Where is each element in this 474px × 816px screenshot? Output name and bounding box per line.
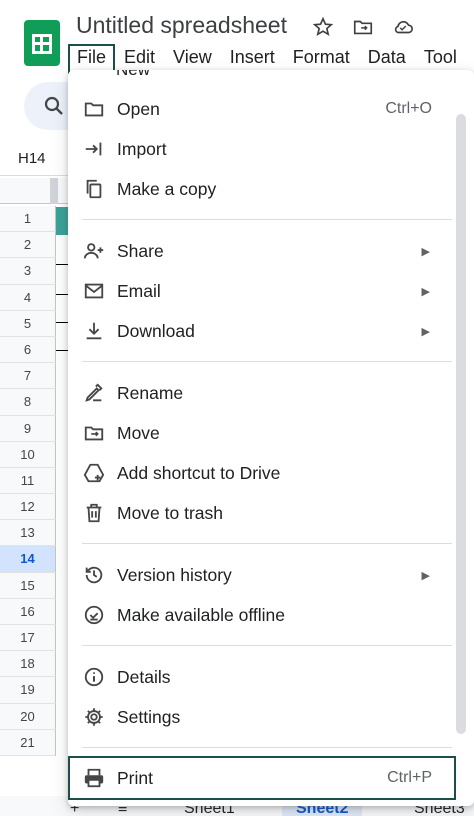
cloud-status-icon[interactable] bbox=[390, 14, 416, 40]
row-header[interactable]: 20 bbox=[0, 703, 56, 730]
row-header[interactable]: 7 bbox=[0, 363, 56, 390]
row-header[interactable]: 10 bbox=[0, 441, 56, 468]
menu-item-label: Email bbox=[117, 280, 161, 301]
email-icon bbox=[82, 279, 106, 303]
menu-item-label: Download bbox=[117, 320, 195, 341]
menu-item-label: Rename bbox=[117, 382, 184, 403]
offline-check-icon bbox=[82, 603, 106, 627]
menu-separator bbox=[82, 645, 452, 646]
row-header[interactable]: 19 bbox=[0, 677, 56, 704]
menu-item-label: Settings bbox=[117, 706, 181, 727]
menu-item-label: Move bbox=[117, 422, 160, 443]
submenu-arrow-icon: ▶ bbox=[421, 245, 430, 258]
gear-icon bbox=[82, 705, 106, 729]
row-header[interactable]: 13 bbox=[0, 520, 56, 547]
row-header[interactable]: 9 bbox=[0, 415, 56, 442]
menu-item-share[interactable]: Share ▶ bbox=[68, 233, 462, 269]
star-icon[interactable] bbox=[310, 14, 336, 40]
menu-item-label: Details bbox=[117, 666, 171, 687]
row-header[interactable]: 3 bbox=[0, 258, 56, 285]
menu-item-trash[interactable]: Move to trash bbox=[68, 495, 462, 531]
share-person-icon bbox=[82, 239, 106, 263]
sheets-logo[interactable] bbox=[24, 20, 60, 66]
history-icon bbox=[82, 563, 106, 587]
row-header[interactable]: 18 bbox=[0, 651, 56, 678]
row-headers: 1 2 3 4 5 6 7 8 9 10 11 12 13 14 15 16 1… bbox=[0, 206, 56, 756]
menu-item-move[interactable]: Move bbox=[68, 415, 462, 451]
menu-item-settings[interactable]: Settings bbox=[68, 699, 462, 735]
menu-item-version-history[interactable]: Version history ▶ bbox=[68, 557, 462, 593]
menu-item-shortcut: Ctrl+O bbox=[385, 100, 432, 117]
menu-item-email[interactable]: Email ▶ bbox=[68, 273, 462, 309]
menu-item-label: Add shortcut to Drive bbox=[117, 462, 281, 483]
row-header[interactable]: 16 bbox=[0, 598, 56, 625]
name-box-value: H14 bbox=[18, 150, 46, 167]
menu-separator bbox=[82, 747, 452, 748]
menu-item-label: Make available offline bbox=[117, 604, 285, 625]
row-header[interactable]: 11 bbox=[0, 467, 56, 495]
menu-item-shortcut: Ctrl+P bbox=[387, 769, 432, 786]
menu-separator bbox=[82, 543, 452, 544]
menu-separator bbox=[82, 361, 452, 362]
move-folder-icon bbox=[82, 421, 106, 445]
menu-item-label: Move to trash bbox=[117, 502, 224, 523]
row-header[interactable]: 2 bbox=[0, 232, 56, 259]
menu-item-label: Make a copy bbox=[117, 178, 217, 199]
row-header[interactable]: 6 bbox=[0, 336, 56, 364]
move-folder-icon[interactable] bbox=[350, 14, 376, 40]
menu-item-open[interactable]: Open Ctrl+O bbox=[68, 91, 462, 127]
drive-shortcut-icon bbox=[82, 461, 106, 485]
folder-icon bbox=[82, 97, 106, 121]
menu-item-label: Print bbox=[117, 767, 153, 788]
document-title[interactable]: Untitled spreadsheet bbox=[76, 12, 287, 39]
row-header[interactable]: 8 bbox=[0, 389, 56, 416]
row-header[interactable]: 5 bbox=[0, 310, 56, 337]
menu-item-label: Share bbox=[117, 240, 164, 261]
menu-item-make-copy[interactable]: Make a copy bbox=[68, 171, 462, 207]
row-header[interactable]: 1 bbox=[0, 206, 56, 233]
row-header[interactable]: 4 bbox=[0, 284, 56, 311]
menu-item-new-label[interactable]: New bbox=[116, 70, 150, 80]
menu-item-add-shortcut[interactable]: Add shortcut to Drive bbox=[68, 455, 462, 491]
row-header[interactable]: 15 bbox=[0, 572, 56, 599]
menu-item-details[interactable]: Details bbox=[68, 659, 462, 695]
search-menus-icon[interactable] bbox=[42, 94, 66, 123]
row-header[interactable]: 12 bbox=[0, 494, 56, 521]
menu-item-rename[interactable]: Rename bbox=[68, 375, 462, 411]
printer-icon bbox=[82, 766, 106, 790]
copy-icon bbox=[82, 177, 106, 201]
submenu-arrow-icon: ▶ bbox=[421, 569, 430, 582]
menu-item-offline[interactable]: Make available offline bbox=[68, 597, 462, 633]
submenu-arrow-icon: ▶ bbox=[421, 285, 430, 298]
info-icon bbox=[82, 665, 106, 689]
menu-separator bbox=[82, 219, 452, 220]
trash-icon bbox=[82, 501, 106, 525]
rename-pencil-icon bbox=[82, 381, 106, 405]
menu-item-label: Open bbox=[117, 98, 160, 119]
menu-item-label: Import bbox=[117, 138, 167, 159]
file-menu: New Open Ctrl+O Import Make a copy Share… bbox=[68, 70, 474, 806]
menu-item-import[interactable]: Import bbox=[68, 131, 462, 167]
row-header[interactable]: 21 bbox=[0, 729, 56, 756]
download-icon bbox=[82, 319, 106, 343]
row-header[interactable]: 17 bbox=[0, 625, 56, 652]
menu-item-download[interactable]: Download ▶ bbox=[68, 313, 462, 349]
menu-item-print[interactable]: Print Ctrl+P bbox=[68, 760, 462, 796]
row-header-selected[interactable]: 14 bbox=[0, 546, 56, 573]
menu-item-label: Version history bbox=[117, 564, 232, 585]
submenu-arrow-icon: ▶ bbox=[421, 325, 430, 338]
import-icon bbox=[82, 137, 106, 161]
